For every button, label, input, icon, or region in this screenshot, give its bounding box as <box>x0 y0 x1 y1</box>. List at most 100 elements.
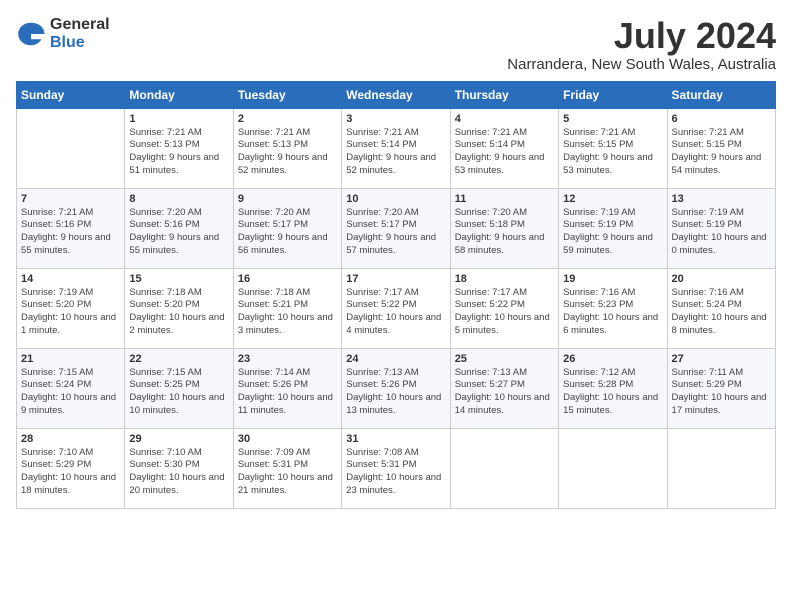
cell-content: Sunrise: 7:15 AM Sunset: 5:25 PM Dayligh… <box>129 367 228 418</box>
calendar-week-row: 28 Sunrise: 7:10 AM Sunset: 5:29 PM Dayli… <box>17 428 776 508</box>
day-number: 28 <box>21 433 120 445</box>
month-title: July 2024 <box>507 16 776 56</box>
calendar-cell: 20 Sunrise: 7:16 AM Sunset: 5:24 PM Dayli… <box>667 268 775 348</box>
day-number: 1 <box>129 113 228 125</box>
cell-content: Sunrise: 7:19 AM Sunset: 5:20 PM Dayligh… <box>21 287 120 338</box>
calendar-cell: 5 Sunrise: 7:21 AM Sunset: 5:15 PM Daylig… <box>559 108 667 188</box>
cell-content: Sunrise: 7:18 AM Sunset: 5:20 PM Dayligh… <box>129 287 228 338</box>
calendar-cell: 2Sunrise: 7:21 AM Sunset: 5:13 PM Daylig… <box>233 108 341 188</box>
day-number: 12 <box>563 193 662 205</box>
calendar-cell <box>559 428 667 508</box>
calendar-cell: 13Sunrise: 7:19 AM Sunset: 5:19 PM Dayli… <box>667 188 775 268</box>
day-number: 26 <box>563 353 662 365</box>
day-number: 20 <box>672 273 771 285</box>
day-number: 9 <box>238 193 337 205</box>
calendar-cell: 26 Sunrise: 7:12 AM Sunset: 5:28 PM Dayli… <box>559 348 667 428</box>
weekday-row: SundayMondayTuesdayWednesdayThursdayFrid… <box>17 81 776 108</box>
calendar-cell: 30 Sunrise: 7:09 AM Sunset: 5:31 PM Dayli… <box>233 428 341 508</box>
cell-content: Sunrise: 7:21 AM Sunset: 5:15 PM Dayligh… <box>563 127 662 178</box>
day-number: 31 <box>346 433 445 445</box>
calendar-cell <box>667 428 775 508</box>
weekday-header: Friday <box>559 81 667 108</box>
day-number: 3 <box>346 113 445 125</box>
calendar-cell: 1 Sunrise: 7:21 AM Sunset: 5:13 PM Daylig… <box>125 108 233 188</box>
calendar-cell: 28 Sunrise: 7:10 AM Sunset: 5:29 PM Dayli… <box>17 428 125 508</box>
cell-content: Sunrise: 7:20 AM Sunset: 5:17 PM Dayligh… <box>238 207 337 258</box>
day-number: 24 <box>346 353 445 365</box>
cell-content: Sunrise: 7:18 AM Sunset: 5:21 PM Dayligh… <box>238 287 337 338</box>
cell-content: Sunrise: 7:14 AM Sunset: 5:26 PM Dayligh… <box>238 367 337 418</box>
cell-content: Sunrise: 7:20 AM Sunset: 5:16 PM Dayligh… <box>129 207 228 258</box>
calendar-cell: 10 Sunrise: 7:20 AM Sunset: 5:17 PM Dayli… <box>342 188 450 268</box>
day-number: 29 <box>129 433 228 445</box>
cell-content: Sunrise: 7:20 AM Sunset: 5:18 PM Dayligh… <box>455 207 554 258</box>
day-number: 8 <box>129 193 228 205</box>
calendar-cell: 21Sunrise: 7:15 AM Sunset: 5:24 PM Dayli… <box>17 348 125 428</box>
day-number: 19 <box>563 273 662 285</box>
calendar-cell: 8 Sunrise: 7:20 AM Sunset: 5:16 PM Daylig… <box>125 188 233 268</box>
cell-content: Sunrise: 7:09 AM Sunset: 5:31 PM Dayligh… <box>238 447 337 498</box>
calendar-cell: 9 Sunrise: 7:20 AM Sunset: 5:17 PM Daylig… <box>233 188 341 268</box>
cell-content: Sunrise: 7:17 AM Sunset: 5:22 PM Dayligh… <box>455 287 554 338</box>
day-number: 17 <box>346 273 445 285</box>
calendar-cell: 16Sunrise: 7:18 AM Sunset: 5:21 PM Dayli… <box>233 268 341 348</box>
weekday-header: Monday <box>125 81 233 108</box>
day-number: 25 <box>455 353 554 365</box>
logo-text: General Blue <box>50 16 110 51</box>
cell-content: Sunrise: 7:13 AM Sunset: 5:27 PM Dayligh… <box>455 367 554 418</box>
day-number: 27 <box>672 353 771 365</box>
calendar-cell: 18Sunrise: 7:17 AM Sunset: 5:22 PM Dayli… <box>450 268 558 348</box>
calendar-cell: 23Sunrise: 7:14 AM Sunset: 5:26 PM Dayli… <box>233 348 341 428</box>
page-header: General Blue July 2024 Narrandera, New S… <box>16 16 776 73</box>
day-number: 5 <box>563 113 662 125</box>
cell-content: Sunrise: 7:21 AM Sunset: 5:15 PM Dayligh… <box>672 127 771 178</box>
calendar-cell: 6 Sunrise: 7:21 AM Sunset: 5:15 PM Daylig… <box>667 108 775 188</box>
calendar-cell: 3 Sunrise: 7:21 AM Sunset: 5:14 PM Daylig… <box>342 108 450 188</box>
cell-content: Sunrise: 7:17 AM Sunset: 5:22 PM Dayligh… <box>346 287 445 338</box>
day-number: 4 <box>455 113 554 125</box>
calendar-cell: 4 Sunrise: 7:21 AM Sunset: 5:14 PM Daylig… <box>450 108 558 188</box>
day-number: 10 <box>346 193 445 205</box>
weekday-header: Thursday <box>450 81 558 108</box>
cell-content: Sunrise: 7:10 AM Sunset: 5:29 PM Dayligh… <box>21 447 120 498</box>
calendar-cell: 31 Sunrise: 7:08 AM Sunset: 5:31 PM Dayli… <box>342 428 450 508</box>
cell-content: Sunrise: 7:08 AM Sunset: 5:31 PM Dayligh… <box>346 447 445 498</box>
title-block: July 2024 Narrandera, New South Wales, A… <box>507 16 776 73</box>
calendar-table: SundayMondayTuesdayWednesdayThursdayFrid… <box>16 81 776 509</box>
logo-icon <box>16 19 46 49</box>
calendar-cell: 12 Sunrise: 7:19 AM Sunset: 5:19 PM Dayli… <box>559 188 667 268</box>
cell-content: Sunrise: 7:20 AM Sunset: 5:17 PM Dayligh… <box>346 207 445 258</box>
cell-content: Sunrise: 7:12 AM Sunset: 5:28 PM Dayligh… <box>563 367 662 418</box>
calendar-cell: 22 Sunrise: 7:15 AM Sunset: 5:25 PM Dayli… <box>125 348 233 428</box>
calendar-cell: 14Sunrise: 7:19 AM Sunset: 5:20 PM Dayli… <box>17 268 125 348</box>
calendar-header: SundayMondayTuesdayWednesdayThursdayFrid… <box>17 81 776 108</box>
cell-content: Sunrise: 7:16 AM Sunset: 5:24 PM Dayligh… <box>672 287 771 338</box>
calendar-cell: 19 Sunrise: 7:16 AM Sunset: 5:23 PM Dayli… <box>559 268 667 348</box>
weekday-header: Saturday <box>667 81 775 108</box>
weekday-header: Tuesday <box>233 81 341 108</box>
day-number: 6 <box>672 113 771 125</box>
cell-content: Sunrise: 7:19 AM Sunset: 5:19 PM Dayligh… <box>672 207 771 258</box>
calendar-cell: 27 Sunrise: 7:11 AM Sunset: 5:29 PM Dayli… <box>667 348 775 428</box>
cell-content: Sunrise: 7:19 AM Sunset: 5:19 PM Dayligh… <box>563 207 662 258</box>
day-number: 22 <box>129 353 228 365</box>
calendar-body: 1 Sunrise: 7:21 AM Sunset: 5:13 PM Daylig… <box>17 108 776 508</box>
calendar-cell: 25 Sunrise: 7:13 AM Sunset: 5:27 PM Dayli… <box>450 348 558 428</box>
logo-blue: Blue <box>50 34 110 52</box>
cell-content: Sunrise: 7:21 AM Sunset: 5:13 PM Dayligh… <box>238 127 337 178</box>
cell-content: Sunrise: 7:21 AM Sunset: 5:13 PM Dayligh… <box>129 127 228 178</box>
calendar-cell <box>450 428 558 508</box>
day-number: 15 <box>129 273 228 285</box>
cell-content: Sunrise: 7:21 AM Sunset: 5:14 PM Dayligh… <box>455 127 554 178</box>
location: Narrandera, New South Wales, Australia <box>507 56 776 73</box>
weekday-header: Sunday <box>17 81 125 108</box>
calendar-cell: 17 Sunrise: 7:17 AM Sunset: 5:22 PM Dayli… <box>342 268 450 348</box>
calendar-cell: 15 Sunrise: 7:18 AM Sunset: 5:20 PM Dayli… <box>125 268 233 348</box>
calendar-week-row: 21Sunrise: 7:15 AM Sunset: 5:24 PM Dayli… <box>17 348 776 428</box>
cell-content: Sunrise: 7:16 AM Sunset: 5:23 PM Dayligh… <box>563 287 662 338</box>
logo: General Blue <box>16 16 110 51</box>
day-number: 30 <box>238 433 337 445</box>
calendar-cell: 29Sunrise: 7:10 AM Sunset: 5:30 PM Dayli… <box>125 428 233 508</box>
cell-content: Sunrise: 7:11 AM Sunset: 5:29 PM Dayligh… <box>672 367 771 418</box>
cell-content: Sunrise: 7:21 AM Sunset: 5:14 PM Dayligh… <box>346 127 445 178</box>
